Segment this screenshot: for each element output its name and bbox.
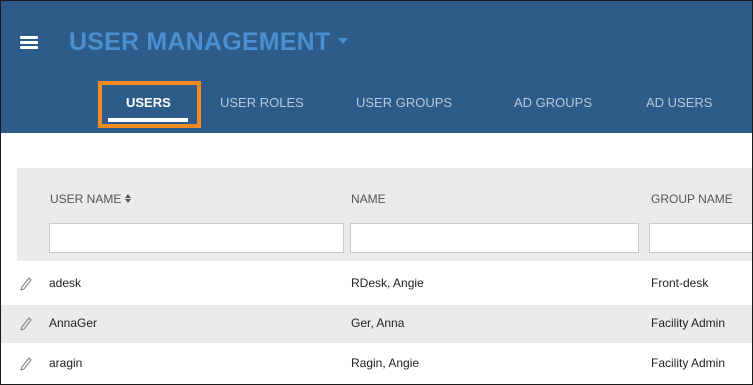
cell-user-name: AnnaGer [49,316,98,330]
page-title: USER MANAGEMENT [69,28,331,56]
table-row[interactable]: adesk RDesk, Angie Front-desk [1,265,752,303]
tab-user-roles[interactable]: USER ROLES [220,95,304,110]
table-row[interactable]: AnnaGer Ger, Anna Facility Admin [1,305,752,343]
cell-user-name: aragin [49,356,83,370]
pencil-edit-icon[interactable] [20,277,32,291]
cell-name: Ragin, Angie [351,356,420,370]
table-header: USER NAME NAME GROUP NAME [17,168,752,261]
column-header-name[interactable]: NAME [351,192,386,206]
tab-ad-users[interactable]: AD USERS [646,95,712,110]
caret-down-icon [338,38,349,45]
tab-highlight-box [98,81,201,128]
tab-ad-groups[interactable]: AD GROUPS [514,95,592,110]
column-header-group-name[interactable]: GROUP NAME [651,192,733,206]
cell-group-name: Facility Admin [651,356,726,370]
column-label: USER NAME [50,192,122,206]
user-name-filter-input[interactable] [49,223,344,253]
cell-name: RDesk, Angie [351,276,424,290]
tab-user-groups[interactable]: USER GROUPS [356,95,452,110]
app-window: USER MANAGEMENT USERS USER ROLES USER GR… [0,0,753,385]
cell-group-name: Front-desk [651,276,709,290]
hamburger-menu-icon[interactable] [20,36,38,50]
group-name-filter-input[interactable] [649,223,752,253]
name-filter-input[interactable] [350,223,639,253]
table-row[interactable]: aragin Ragin, Angie Facility Admin [1,345,752,383]
pencil-edit-icon[interactable] [20,317,32,331]
app-title-dropdown[interactable]: USER MANAGEMENT [69,28,349,57]
pencil-edit-icon[interactable] [20,357,32,371]
cell-group-name: Facility Admin [651,316,726,330]
sort-icon[interactable] [125,194,132,204]
column-header-user-name[interactable]: USER NAME [50,192,132,206]
cell-name: Ger, Anna [351,316,405,330]
cell-user-name: adesk [49,276,82,290]
